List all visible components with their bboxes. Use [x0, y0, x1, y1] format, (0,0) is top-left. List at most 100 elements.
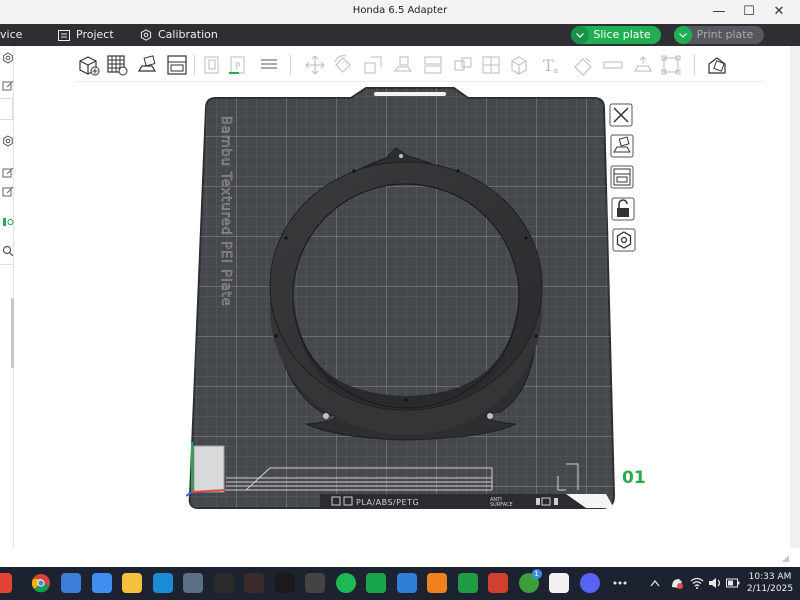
print-plate-label: Print plate	[696, 28, 754, 41]
project-icon	[58, 29, 70, 41]
notepad-icon[interactable]	[91, 573, 112, 593]
build-plate[interactable]: Bambu Textured PEI Plate PLA/ABS/PETG AN…	[186, 86, 646, 516]
tab-device-label: vice	[0, 28, 23, 41]
more-apps-icon[interactable]	[610, 573, 630, 593]
discord-icon[interactable]	[579, 573, 600, 593]
bambu-studio-icon[interactable]	[366, 573, 386, 593]
scale-icon[interactable]	[362, 54, 384, 76]
status-area	[0, 548, 800, 567]
add-object-icon[interactable]	[78, 54, 100, 76]
window-title: Honda 6.5 Adapter	[352, 5, 448, 16]
close-plate-icon[interactable]	[609, 103, 633, 127]
xbox-notification-badge: 1	[531, 569, 542, 579]
lay-on-face-icon[interactable]	[392, 54, 414, 76]
battery-icon[interactable]	[726, 578, 740, 588]
search-icon[interactable]	[2, 245, 14, 257]
phone-link-icon[interactable]	[305, 573, 325, 593]
toolbar-separator	[694, 55, 695, 75]
bed-type-label: Bambu Textured PEI Plate	[218, 116, 233, 307]
tab-project[interactable]: Project	[58, 28, 114, 42]
plate-copy-icon[interactable]: P	[228, 54, 250, 76]
slice-plate-label: Slice plate	[593, 28, 651, 41]
cut-icon[interactable]	[422, 54, 444, 76]
edit-icon[interactable]	[2, 80, 14, 92]
slice-plate-button[interactable]: Slice plate	[571, 26, 661, 44]
app-red-icon[interactable]	[0, 573, 12, 593]
filament-compat-label: PLA/ABS/PETG	[356, 498, 419, 507]
variable-layer-icon[interactable]	[508, 54, 530, 76]
tab-calibration[interactable]: Calibration	[140, 28, 218, 42]
edit-icon[interactable]	[2, 186, 14, 198]
chrome-icon[interactable]	[31, 573, 51, 593]
origin-marker	[193, 445, 225, 493]
tab-device[interactable]: vice	[0, 28, 22, 42]
mesh-boolean-icon[interactable]	[660, 54, 682, 76]
surface-label-2: SURFACE	[490, 502, 513, 508]
clock-date: 2/11/2025	[746, 584, 794, 594]
resize-grip-icon[interactable]	[782, 548, 790, 562]
print-dropdown-chevron-icon[interactable]	[674, 26, 692, 44]
lock-plate-icon[interactable]	[611, 197, 635, 221]
split-parts-icon[interactable]	[480, 54, 502, 76]
measure-icon[interactable]	[602, 54, 624, 76]
plate-duplicate-icon[interactable]	[202, 54, 224, 76]
c-app-icon[interactable]	[396, 573, 417, 593]
f-app-icon[interactable]	[427, 573, 447, 593]
wifi-icon[interactable]	[690, 577, 704, 589]
store-icon[interactable]	[549, 573, 569, 593]
toolbar-separator	[194, 55, 195, 75]
split-objects-icon[interactable]	[452, 54, 474, 76]
tab-calibration-label: Calibration	[158, 28, 218, 41]
print-plate-button[interactable]: Print plate	[674, 26, 764, 44]
tidal-icon[interactable]	[274, 573, 295, 593]
spotify-icon[interactable]	[335, 573, 356, 593]
toolbar-separator	[290, 55, 291, 75]
svg-text:a: a	[553, 66, 558, 75]
sidebar-edge	[0, 46, 14, 548]
screen: Honda 6.5 Adapter — ☐ ✕ vice Project Cal…	[0, 0, 800, 600]
close-button[interactable]: ✕	[764, 0, 794, 24]
support-paint-icon[interactable]	[572, 54, 594, 76]
process-gear-icon[interactable]	[2, 135, 14, 147]
arrange-plate-icon[interactable]	[610, 165, 634, 189]
xbox-icon[interactable]: 1	[518, 569, 542, 593]
auto-orient-icon[interactable]	[136, 54, 158, 76]
sidebar-field[interactable]	[0, 98, 13, 120]
tab-project-label: Project	[76, 28, 114, 41]
grid-arrange-icon[interactable]	[106, 54, 128, 76]
svg-text:P: P	[235, 62, 241, 72]
volume-icon[interactable]	[708, 577, 722, 589]
gear-icon[interactable]	[2, 52, 14, 64]
file-explorer-icon[interactable]	[122, 573, 142, 593]
minimize-button[interactable]: —	[704, 0, 734, 24]
menu-bar: vice Project Calibration Slice plate Pri…	[0, 24, 800, 46]
text-icon[interactable]: Ta	[540, 54, 562, 76]
maximize-button[interactable]: ☐	[734, 0, 764, 24]
seam-paint-icon[interactable]	[632, 54, 654, 76]
filament-sync-icon[interactable]	[2, 216, 14, 228]
rotate-icon[interactable]	[332, 54, 354, 76]
calibration-icon	[140, 29, 152, 41]
taskbar-clock[interactable]: 10:33 AM 2/11/2025	[744, 571, 796, 595]
plate-settings-icon[interactable]	[612, 228, 636, 252]
dm-app-icon[interactable]	[213, 573, 234, 593]
sidebar-scrollbar[interactable]	[11, 298, 14, 368]
tray-app-icon[interactable]	[670, 576, 684, 590]
assembly-view-icon[interactable]	[706, 54, 728, 76]
dots-app-icon[interactable]	[244, 573, 264, 593]
move-icon[interactable]	[304, 54, 326, 76]
sidebar-divider	[0, 264, 14, 265]
cricut-icon[interactable]	[183, 573, 203, 593]
edit-icon[interactable]	[2, 167, 14, 179]
title-bar: Honda 6.5 Adapter — ☐ ✕	[0, 0, 800, 24]
slice-dropdown-chevron-icon[interactable]	[571, 26, 589, 44]
bambu-app-icon[interactable]	[152, 573, 173, 593]
plate-settings-icon[interactable]	[258, 54, 280, 76]
plate-number: 01	[622, 468, 646, 488]
tray-chevron-up-icon[interactable]	[650, 579, 660, 587]
plate-layout-icon[interactable]	[166, 54, 188, 76]
excel-icon[interactable]	[457, 573, 478, 593]
edge-app-icon[interactable]	[61, 573, 81, 593]
auto-orient-plate-icon[interactable]	[610, 134, 634, 158]
grubhub-icon[interactable]	[488, 573, 508, 593]
